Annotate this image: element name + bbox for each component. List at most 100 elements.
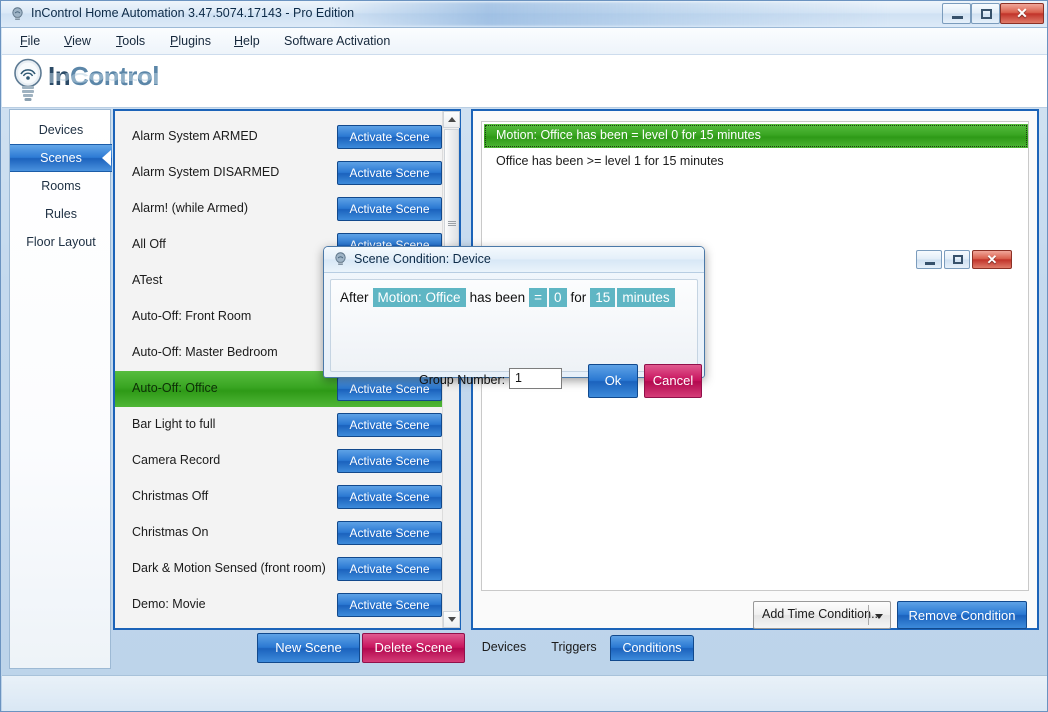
activate-scene-button[interactable]: Activate Scene [337,197,442,221]
add-time-condition-dropdown[interactable]: Add Time Condition... [753,601,891,629]
chevron-up-icon [448,117,456,122]
sidebar-item-floor-layout[interactable]: Floor Layout [10,228,112,256]
maximize-icon [953,255,963,264]
sidebar: Devices Scenes Rooms Rules Floor Layout [9,109,112,669]
scene-name: Auto-Off: Office [132,381,218,395]
scene-name: Auto-Off: Master Bedroom [132,345,278,359]
sentence-text: for [570,290,587,305]
maximize-icon [981,9,992,19]
sentence-token[interactable]: minutes [617,288,675,307]
scene-row[interactable]: Bar Light to full Activate Scene [115,407,442,443]
menu-view-label: iew [72,34,91,48]
scene-row[interactable]: Christmas On Activate Scene [115,515,442,551]
scene-name: Dark & Motion Sensed (front room) [132,561,326,575]
activate-scene-button[interactable]: Activate Scene [337,593,442,617]
scene-row[interactable]: Christmas Off Activate Scene [115,479,442,515]
scene-name: Camera Record [132,453,221,467]
sentence-token[interactable]: = [529,288,548,307]
scene-condition-dialog: Scene Condition: Device ✕ After Motion: O… [323,246,1012,398]
titlebar-sheen [331,2,891,26]
window-close-button[interactable]: ✕ [1000,3,1044,24]
logo-reflection: InControl [48,69,160,87]
menu-file[interactable]: File [20,34,40,48]
activate-scene-button[interactable]: Activate Scene [337,449,442,473]
window-maximize-button[interactable] [971,3,1000,24]
app-logo: InControl InControl [10,53,210,108]
remove-condition-button[interactable]: Remove Condition [897,601,1027,629]
statusbar: Online [2,675,1047,711]
scene-name: All Off [132,237,166,251]
scene-row[interactable]: Alarm System DISARMED Activate Scene [115,155,442,191]
scene-name: Christmas Off [132,489,209,503]
condition-row[interactable]: Office has been >= level 1 for 15 minute… [484,150,1028,174]
sidebar-selection-arrow-icon [102,150,111,166]
group-number-label: Group Number: [419,373,506,387]
new-scene-button[interactable]: New Scene [257,633,360,663]
menu-help[interactable]: Help [234,34,260,48]
menu-plugins[interactable]: Plugins [170,34,211,48]
menu-software-activation[interactable]: Software Activation [284,34,390,48]
condition-row-text: Motion: Office has been = level 0 for 15… [496,128,761,142]
dialog-minimize-button[interactable] [916,250,942,269]
sentence-token[interactable]: Motion: Office [372,288,466,307]
scene-row[interactable]: Dark & Motion Sensed (front room) Activat… [115,551,442,587]
activate-scene-button[interactable]: Activate Scene [337,161,442,185]
condition-row[interactable]: Motion: Office has been = level 0 for 15… [484,124,1028,148]
sidebar-item-scenes[interactable]: Scenes [10,144,112,172]
scene-name: ATest [132,273,163,287]
chevron-down-icon [448,617,456,622]
scrollbar-up-button[interactable] [443,111,460,128]
scene-name: Auto-Off: Front Room [132,309,252,323]
menubar: File View Tools Plugins Help Software Ac… [2,28,1047,55]
menu-help-label: elp [243,34,260,48]
activate-scene-button[interactable]: Activate Scene [337,521,442,545]
cancel-button[interactable]: Cancel [644,364,702,398]
menu-plugins-label: lugins [178,34,212,48]
sentence-token[interactable]: 15 [590,288,616,307]
scene-name: Demo: Movie [132,597,206,611]
close-icon: ✕ [986,252,998,267]
dialog-close-button[interactable]: ✕ [972,250,1012,269]
sidebar-item-rooms[interactable]: Rooms [10,172,112,200]
delete-scene-button[interactable]: Delete Scene [362,633,465,663]
activate-scene-button[interactable]: Activate Scene [337,413,442,437]
activate-scene-button[interactable]: Activate Scene [337,557,442,581]
tab-triggers[interactable]: Triggers [546,635,602,661]
dialog-title: Scene Condition: Device [354,252,491,266]
scene-row[interactable]: Alarm System ARMED Activate Scene [115,119,442,155]
ok-button[interactable]: Ok [588,364,638,398]
menu-tools-label: ools [122,34,146,48]
sidebar-item-scenes-label: Scenes [40,151,82,165]
menu-tools[interactable]: Tools [116,34,145,48]
sentence-token[interactable]: 0 [549,288,567,307]
window-minimize-button[interactable] [942,3,971,24]
sentence-text: has been [469,290,526,305]
scene-name: Alarm System DISARMED [132,165,280,179]
sidebar-item-rules[interactable]: Rules [10,200,112,228]
scene-name: Bar Light to full [132,417,216,431]
minimize-icon [952,16,963,19]
dialog-titlebar: Scene Condition: Device ✕ [324,247,1012,273]
add-time-condition-label: Add Time Condition... [762,607,882,621]
menu-file-label: ile [27,34,41,48]
scene-row[interactable]: Alarm! (while Armed) Activate Scene [115,191,442,227]
scrollbar-down-button[interactable] [443,611,460,628]
tab-conditions[interactable]: Conditions [610,635,694,661]
dropdown-separator [868,605,869,625]
activate-scene-button[interactable]: Activate Scene [337,485,442,509]
activate-scene-button[interactable]: Activate Scene [337,125,442,149]
menu-view[interactable]: View [64,34,91,48]
window-titlebar: InControl Home Automation 3.47.5074.1714… [1,1,1047,28]
application-window: InControl Home Automation 3.47.5074.1714… [0,0,1048,712]
scene-name: Christmas On [132,525,209,539]
group-number-input[interactable]: 1 [509,368,562,389]
app-lightbulb-icon [12,7,23,20]
scene-row[interactable]: Demo: Movie Activate Scene [115,587,442,623]
sidebar-item-devices[interactable]: Devices [10,116,112,144]
close-icon: ✕ [1016,5,1028,21]
dialog-maximize-button[interactable] [944,250,970,269]
window-title: InControl Home Automation 3.47.5074.1714… [31,6,355,20]
scene-row[interactable]: Camera Record Activate Scene [115,443,442,479]
logo-strip: InControl InControl [2,53,1047,108]
tab-devices[interactable]: Devices [478,635,530,661]
